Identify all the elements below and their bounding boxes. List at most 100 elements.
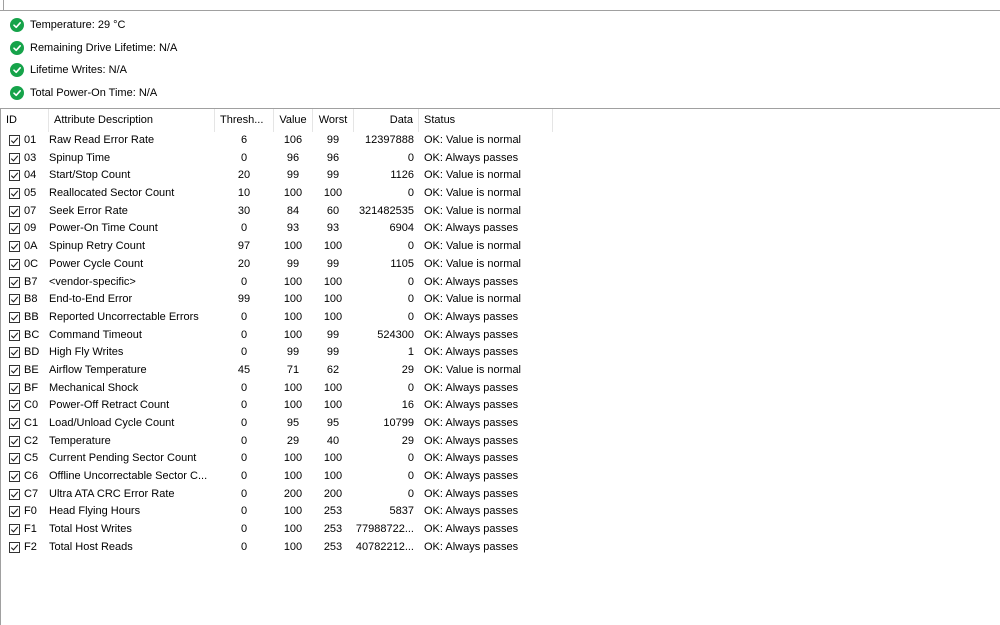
attribute-raw-data: 29 xyxy=(401,434,414,447)
row-checkbox[interactable] xyxy=(9,135,20,146)
attribute-threshold: 45 xyxy=(237,363,251,376)
attribute-status: OK: Value is normal xyxy=(424,204,522,217)
table-row[interactable]: B8 End-to-End Error 99 100 100 0 OK: Value is … xyxy=(1,291,1000,309)
attribute-threshold: 20 xyxy=(237,257,251,270)
column-header-status[interactable]: Status xyxy=(419,109,553,132)
attribute-value: 99 xyxy=(286,169,300,182)
column-header-threshold[interactable]: Thresh... xyxy=(215,109,274,132)
attribute-worst: 100 xyxy=(323,293,343,306)
checkmark-icon xyxy=(10,155,19,162)
column-header-id[interactable]: ID xyxy=(1,109,49,132)
attribute-description: Current Pending Sector Count xyxy=(49,452,197,465)
attribute-value: 100 xyxy=(283,240,303,253)
row-checkbox[interactable] xyxy=(9,488,20,500)
row-checkbox[interactable] xyxy=(9,471,20,483)
attribute-threshold: 99 xyxy=(237,293,251,306)
check-circle-icon xyxy=(10,85,24,100)
row-checkbox[interactable] xyxy=(9,223,20,235)
attribute-raw-data: 0 xyxy=(407,470,414,483)
row-checkbox[interactable] xyxy=(9,311,20,323)
table-row[interactable]: F0 Head Flying Hours 0 100 253 5837 OK: Always… xyxy=(1,503,1000,521)
checkmark-icon xyxy=(10,349,19,356)
column-header-worst[interactable]: Worst xyxy=(313,109,354,132)
table-row[interactable]: 0A Spinup Retry Count 97 100 100 0 OK: Value i… xyxy=(1,238,1000,256)
table-row[interactable]: BF Mechanical Shock 0 100 100 0 OK: Always pas… xyxy=(1,380,1000,398)
table-row[interactable]: F1 Total Host Writes 0 100 253 77988722... OK:… xyxy=(1,521,1000,539)
table-row[interactable]: F2 Total Host Reads 0 100 253 40782212... OK: … xyxy=(1,539,1000,557)
table-row[interactable]: 01 Raw Read Error Rate 6 106 99 12397888 OK: V… xyxy=(1,132,1000,150)
attribute-description: Reported Uncorrectable Errors xyxy=(49,310,199,323)
row-checkbox[interactable] xyxy=(9,347,20,359)
attribute-status: OK: Always passes xyxy=(424,381,519,394)
attribute-description: Airflow Temperature xyxy=(49,363,147,376)
row-checkbox[interactable] xyxy=(9,506,20,518)
attribute-raw-data: 0 xyxy=(407,452,414,465)
attribute-status: OK: Always passes xyxy=(424,487,519,500)
row-checkbox[interactable] xyxy=(9,382,20,394)
attribute-status: OK: Always passes xyxy=(424,346,519,359)
table-row[interactable]: BB Reported Uncorrectable Errors 0 100 100 0 O… xyxy=(1,309,1000,327)
attribute-threshold: 0 xyxy=(240,151,248,164)
attribute-raw-data: 0 xyxy=(407,487,414,500)
row-checkbox[interactable] xyxy=(9,205,20,217)
row-checkbox[interactable] xyxy=(9,258,20,270)
row-checkbox[interactable] xyxy=(9,241,20,253)
attribute-description: Power-Off Retract Count xyxy=(49,399,170,412)
row-checkbox[interactable] xyxy=(9,152,20,164)
table-row[interactable]: 05 Reallocated Sector Count 10 100 100 0 OK: V… xyxy=(1,185,1000,203)
table-row[interactable]: 04 Start/Stop Count 20 99 99 1126 OK: Value is… xyxy=(1,167,1000,185)
table-row[interactable]: C2 Temperature 0 29 40 29 OK: Always passes xyxy=(1,433,1000,451)
table-row[interactable]: B7 <vendor-specific> 0 100 100 0 OK: Always pa… xyxy=(1,274,1000,292)
attribute-raw-data: 1126 xyxy=(390,169,414,182)
row-checkbox[interactable] xyxy=(9,364,20,376)
row-checkbox[interactable] xyxy=(9,524,20,536)
checkmark-icon xyxy=(10,261,19,268)
attribute-worst: 99 xyxy=(326,257,340,270)
column-header-description[interactable]: Attribute Description xyxy=(49,109,215,132)
table-row[interactable]: 07 Seek Error Rate 30 84 60 321482535 OK: Valu… xyxy=(1,203,1000,221)
attribute-worst: 100 xyxy=(323,452,343,465)
table-row[interactable]: C5 Current Pending Sector Count 0 100 100 0 OK… xyxy=(1,450,1000,468)
table-row[interactable]: C7 Ultra ATA CRC Error Rate 0 200 200 0 OK: Al… xyxy=(1,486,1000,504)
row-checkbox[interactable] xyxy=(9,170,20,182)
table-row[interactable]: BE Airflow Temperature 45 71 62 29 OK: Value i… xyxy=(1,362,1000,380)
attribute-description: Mechanical Shock xyxy=(49,381,139,394)
attribute-id: BC xyxy=(24,328,40,341)
attribute-threshold: 0 xyxy=(240,505,248,518)
row-checkbox[interactable] xyxy=(9,435,20,447)
attribute-status: OK: Always passes xyxy=(424,222,519,235)
table-row[interactable]: C0 Power-Off Retract Count 0 100 100 16 OK: Al… xyxy=(1,397,1000,415)
table-row[interactable]: 09 Power-On Time Count 0 93 93 6904 OK: Always… xyxy=(1,220,1000,238)
smart-attributes-table[interactable]: ID Attribute Description Thresh... Value… xyxy=(0,108,1000,625)
attribute-threshold: 0 xyxy=(240,222,248,235)
row-checkbox[interactable] xyxy=(9,418,20,429)
row-checkbox[interactable] xyxy=(9,541,20,553)
attribute-raw-data: 0 xyxy=(407,293,414,306)
row-checkbox[interactable] xyxy=(9,294,20,306)
row-checkbox[interactable] xyxy=(9,276,20,288)
checkmark-icon xyxy=(10,314,19,321)
attribute-raw-data: 1105 xyxy=(390,257,414,270)
row-checkbox[interactable] xyxy=(9,400,20,412)
attribute-id: B8 xyxy=(24,293,38,306)
row-checkbox[interactable] xyxy=(9,453,20,465)
attribute-threshold: 20 xyxy=(237,169,251,182)
table-row[interactable]: 03 Spinup Time 0 96 96 0 OK: Always passes xyxy=(1,150,1000,168)
attribute-worst: 99 xyxy=(326,134,340,146)
table-row[interactable]: BC Command Timeout 0 100 99 524300 OK: Always … xyxy=(1,327,1000,345)
column-header-data[interactable]: Data xyxy=(354,109,419,132)
table-row[interactable]: C6 Offline Uncorrectable Sector C... 0 100 1… xyxy=(1,468,1000,486)
attribute-status: OK: Always passes xyxy=(424,328,519,341)
table-row[interactable]: BD High Fly Writes 0 99 99 1 OK: Always passes xyxy=(1,344,1000,362)
checkmark-icon xyxy=(10,278,19,286)
row-checkbox[interactable] xyxy=(9,329,20,341)
attribute-raw-data: 0 xyxy=(407,187,414,200)
column-header-value[interactable]: Value xyxy=(274,109,313,132)
table-row[interactable]: 0C Power Cycle Count 20 99 99 1105 OK: Value i… xyxy=(1,256,1000,274)
attribute-description: <vendor-specific> xyxy=(49,275,136,288)
table-row[interactable]: C1 Load/Unload Cycle Count 0 95 95 10799 OK: A… xyxy=(1,415,1000,433)
row-checkbox[interactable] xyxy=(9,188,20,200)
attribute-worst: 99 xyxy=(326,169,340,182)
attribute-raw-data: 6904 xyxy=(389,222,414,235)
attribute-value: 100 xyxy=(283,523,303,536)
